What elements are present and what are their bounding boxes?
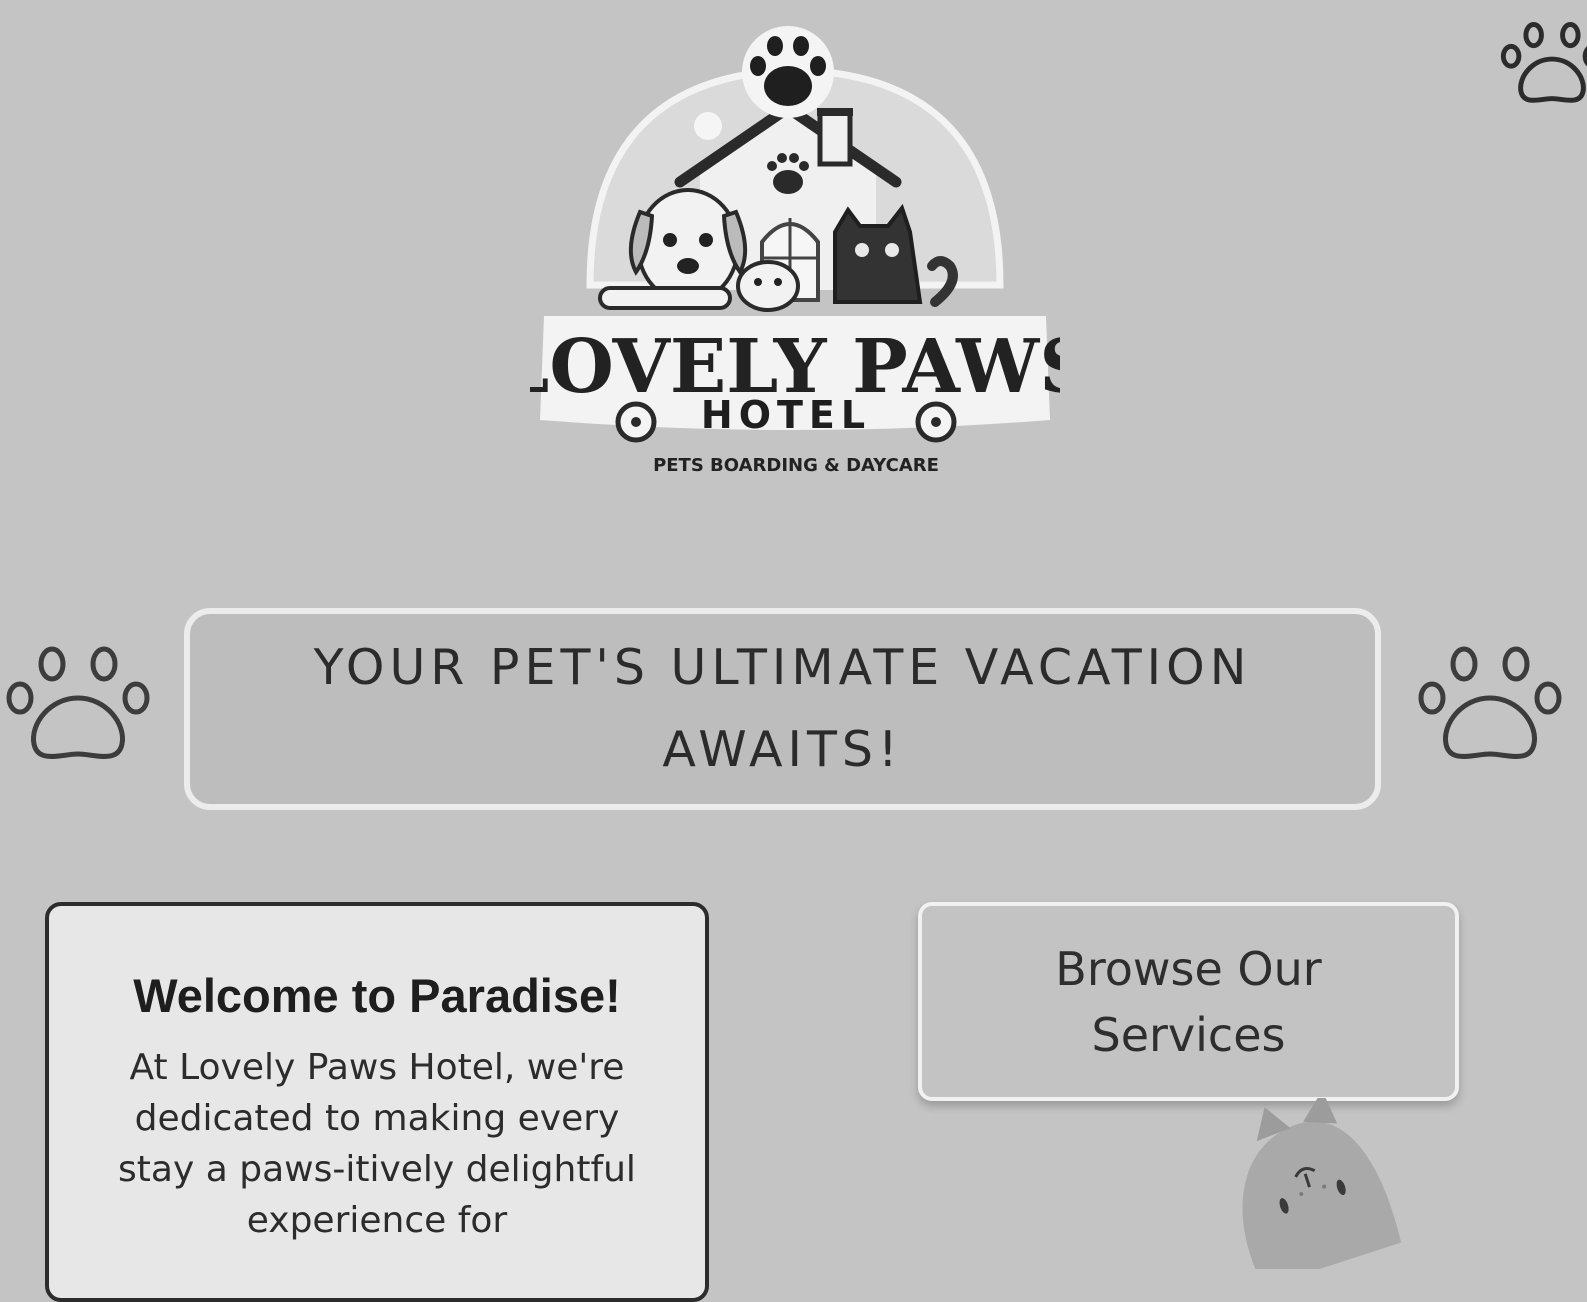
paw-print-icon xyxy=(1497,18,1587,110)
paw-print-icon xyxy=(1412,640,1568,770)
paw-print-icon xyxy=(0,640,156,770)
browse-services-label: Browse Our Services xyxy=(1055,941,1322,1062)
cat-icon xyxy=(1180,1098,1410,1269)
welcome-card: Welcome to Paradise! At Lovely Paws Hote… xyxy=(45,902,709,1302)
welcome-title: Welcome to Paradise! xyxy=(133,969,621,1022)
lovely-paws-logo[interactable]: LOVELY PAWS HOTEL PETS BOARDING & DAYCAR… xyxy=(530,20,1060,490)
hero-tagline: YOUR PET'S ULTIMATE VACATION AWAITS! xyxy=(313,639,1252,778)
logo-sub-text: HOTEL xyxy=(701,393,871,437)
hero-tagline-banner: YOUR PET'S ULTIMATE VACATION AWAITS! xyxy=(184,608,1381,810)
logo-tagline-text: PETS BOARDING & DAYCARE xyxy=(653,455,939,476)
browse-services-button[interactable]: Browse Our Services xyxy=(918,902,1459,1101)
welcome-body: At Lovely Paws Hotel, we're dedicated to… xyxy=(118,1047,636,1241)
